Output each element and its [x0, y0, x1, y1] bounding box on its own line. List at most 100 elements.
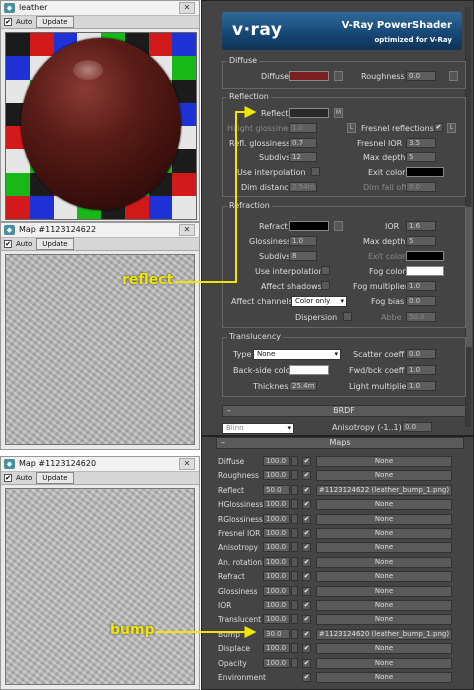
- spinner-arrows-icon[interactable]: [291, 513, 298, 524]
- map-slot-button[interactable]: None: [316, 456, 452, 467]
- map-slot-button[interactable]: None: [316, 643, 452, 655]
- back-side-color-swatch[interactable]: [289, 365, 329, 375]
- brdf-type-dropdown[interactable]: Blinn: [222, 423, 294, 434]
- roughness-map-button[interactable]: [449, 71, 458, 81]
- dispersion-checkbox[interactable]: [343, 312, 352, 321]
- spinner-arrows-icon[interactable]: [291, 542, 298, 553]
- spinner-arrows-icon[interactable]: [291, 585, 298, 596]
- update-button[interactable]: Update: [36, 472, 74, 484]
- map-slot-button[interactable]: None: [316, 657, 452, 669]
- maps-rollout-header[interactable]: – Maps: [216, 437, 464, 449]
- map-slot-button[interactable]: None: [316, 513, 452, 525]
- close-icon[interactable]: ✕: [179, 224, 195, 236]
- map-slot-button[interactable]: None: [316, 672, 452, 683]
- map-enable-checkbox[interactable]: ✔: [302, 658, 311, 668]
- fresnel-lock-button[interactable]: L: [447, 123, 456, 133]
- map-slot-button[interactable]: None: [316, 614, 452, 626]
- refr-use-interp-checkbox[interactable]: [321, 266, 330, 275]
- spinner-arrows-icon[interactable]: [291, 614, 298, 625]
- map-enable-checkbox[interactable]: ✔: [302, 673, 311, 682]
- auto-checkbox[interactable]: ✔: [4, 18, 12, 26]
- map-slot-button[interactable]: None: [316, 556, 452, 568]
- light-multiplier-spinner[interactable]: 1.0: [406, 381, 436, 391]
- map-enable-checkbox[interactable]: ✔: [302, 615, 311, 625]
- fog-color-swatch[interactable]: [406, 266, 444, 276]
- fresnel-ior-spinner[interactable]: 3.5: [406, 138, 436, 148]
- map-slot-button[interactable]: None: [316, 542, 452, 554]
- map-enable-checkbox[interactable]: ✔: [302, 457, 311, 466]
- dim-falloff-spinner[interactable]: 0.0: [406, 182, 436, 192]
- map-enable-checkbox[interactable]: ✔: [302, 586, 311, 596]
- map-enable-checkbox[interactable]: ✔: [302, 629, 311, 639]
- ior-spinner[interactable]: 1.6: [406, 221, 436, 231]
- anisotropy-spinner[interactable]: 0.0: [402, 422, 432, 432]
- map-amount-spinner[interactable]: 100.0: [263, 643, 290, 654]
- thickness-spinner[interactable]: 25.4m: [289, 381, 317, 391]
- refr-glossiness-spinner[interactable]: 1.0: [289, 236, 317, 246]
- map-enable-checkbox[interactable]: ✔: [302, 543, 311, 553]
- map-slot-button[interactable]: #1123124620 (leather_bump_1.png): [316, 628, 452, 640]
- spinner-arrows-icon[interactable]: [291, 499, 298, 510]
- map-slot-button[interactable]: None: [316, 470, 452, 482]
- refl-exit-color-swatch[interactable]: [406, 167, 444, 177]
- roughness-spinner[interactable]: 0.0: [406, 71, 436, 81]
- map-amount-spinner[interactable]: 100.0: [263, 571, 290, 582]
- hilight-lock-button[interactable]: L: [347, 123, 356, 133]
- refr-exit-color-swatch[interactable]: [406, 251, 444, 261]
- refl-gloss-spinner[interactable]: 0.7: [289, 138, 317, 148]
- reflect-map-button[interactable]: M: [334, 108, 343, 118]
- spinner-arrows-icon[interactable]: [291, 600, 298, 610]
- spinner-arrows-icon[interactable]: [291, 643, 298, 654]
- map-amount-spinner[interactable]: 100.0: [263, 499, 290, 510]
- refl-subdivs-spinner[interactable]: 12: [289, 152, 317, 162]
- map-enable-checkbox[interactable]: ✔: [302, 529, 311, 538]
- map-enable-checkbox[interactable]: ✔: [302, 471, 311, 481]
- map-amount-spinner[interactable]: 30.0: [263, 628, 290, 639]
- refract-color-swatch[interactable]: [289, 221, 329, 231]
- spinner-arrows-icon[interactable]: [291, 657, 298, 668]
- fog-bias-spinner[interactable]: 0.0: [406, 296, 436, 306]
- map-enable-checkbox[interactable]: ✔: [302, 601, 311, 610]
- map-amount-spinner[interactable]: 100.0: [263, 600, 290, 610]
- refr-subdivs-spinner[interactable]: 8: [289, 251, 317, 261]
- hilight-gloss-spinner[interactable]: 1.0: [289, 123, 317, 133]
- abbe-spinner[interactable]: 50.0: [406, 312, 436, 322]
- update-button[interactable]: Update: [36, 16, 74, 28]
- auto-checkbox[interactable]: ✔: [4, 474, 12, 482]
- map-slot-button[interactable]: #1123124622 (leather_bump_1.png): [316, 484, 452, 496]
- fog-multiplier-spinner[interactable]: 1.0: [406, 281, 436, 291]
- map-slot-button[interactable]: None: [316, 528, 452, 539]
- close-icon[interactable]: ✕: [179, 458, 195, 470]
- map-amount-spinner[interactable]: 100.0: [263, 657, 290, 668]
- map-slot-button[interactable]: None: [316, 585, 452, 597]
- spinner-arrows-icon[interactable]: [291, 470, 298, 481]
- map-slot-button[interactable]: None: [316, 571, 452, 583]
- spinner-arrows-icon[interactable]: [291, 528, 298, 538]
- map-enable-checkbox[interactable]: ✔: [302, 514, 311, 524]
- map-amount-spinner[interactable]: 100.0: [263, 470, 290, 481]
- affect-channels-dropdown[interactable]: Color only: [291, 296, 347, 307]
- map-slot-button[interactable]: None: [316, 600, 452, 611]
- brdf-rollout-header[interactable]: – BRDF: [222, 405, 466, 417]
- map-enable-checkbox[interactable]: ✔: [302, 644, 311, 654]
- fresnel-checkbox[interactable]: ✔: [434, 123, 443, 132]
- spinner-arrows-icon[interactable]: [291, 571, 298, 582]
- map-amount-spinner[interactable]: 100.0: [263, 528, 290, 538]
- map-slot-button[interactable]: None: [316, 499, 452, 511]
- spinner-arrows-icon[interactable]: [291, 628, 298, 639]
- refract-map-button[interactable]: [334, 221, 343, 231]
- map-enable-checkbox[interactable]: ✔: [302, 557, 311, 567]
- diffuse-color-swatch[interactable]: [289, 71, 329, 81]
- refl-use-interp-checkbox[interactable]: [311, 167, 320, 176]
- spinner-arrows-icon[interactable]: [291, 484, 298, 495]
- map-enable-checkbox[interactable]: ✔: [302, 572, 311, 582]
- update-button[interactable]: Update: [36, 238, 74, 250]
- diffuse-map-button[interactable]: [334, 71, 343, 81]
- fwd-bck-coeff-spinner[interactable]: 1.0: [406, 365, 436, 375]
- dim-distance-spinner[interactable]: 2.54m: [289, 182, 317, 192]
- map-amount-spinner[interactable]: 100.0: [263, 513, 290, 524]
- affect-shadows-checkbox[interactable]: [321, 281, 330, 290]
- refl-max-depth-spinner[interactable]: 5: [406, 152, 436, 162]
- close-icon[interactable]: ✕: [179, 2, 195, 14]
- scatter-coeff-spinner[interactable]: 0.0: [406, 349, 436, 359]
